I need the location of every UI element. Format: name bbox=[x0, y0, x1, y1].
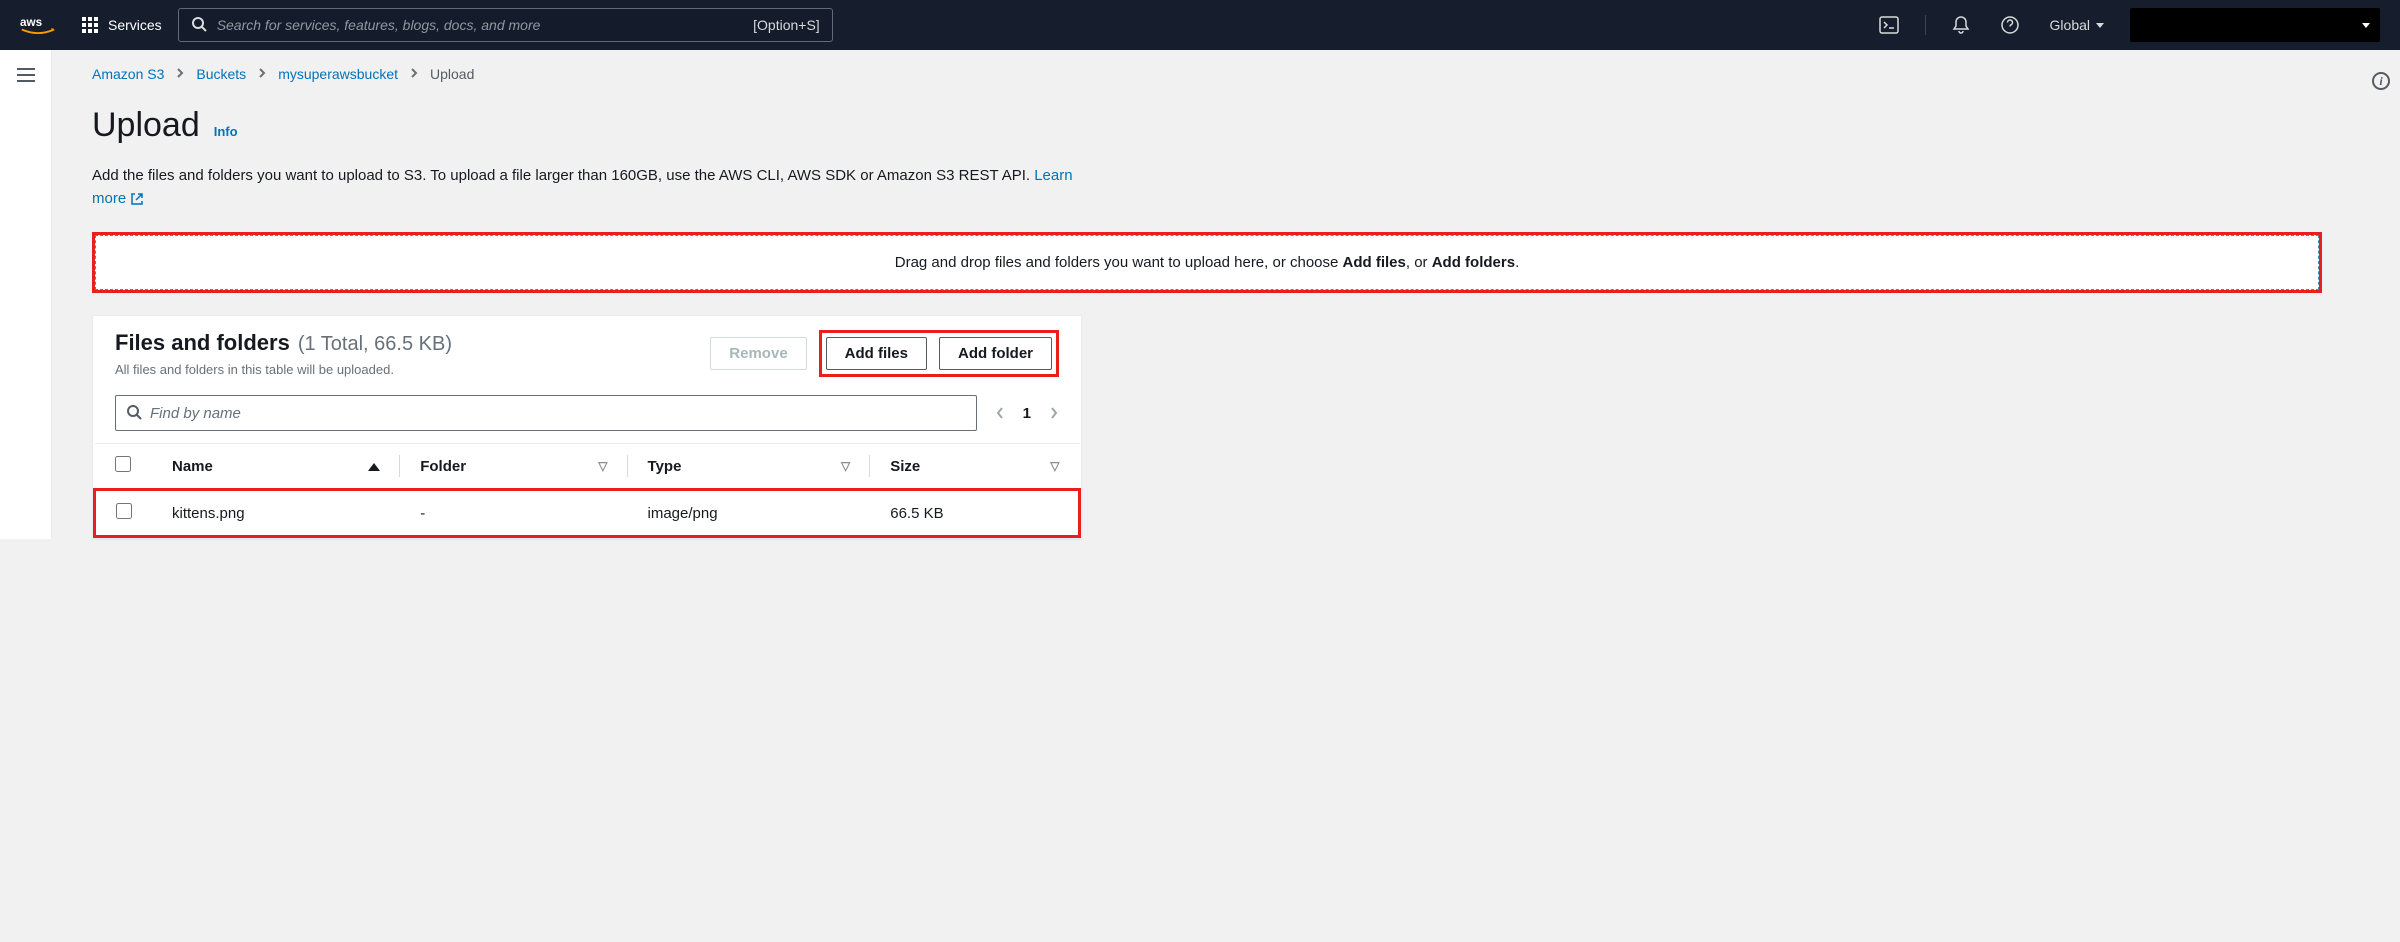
add-files-button[interactable]: Add files bbox=[826, 337, 927, 370]
filter-input[interactable] bbox=[150, 405, 966, 422]
dropzone-add-folders: Add folders bbox=[1432, 254, 1515, 271]
info-link[interactable]: Info bbox=[214, 124, 238, 139]
breadcrumb-link[interactable]: Amazon S3 bbox=[92, 66, 164, 82]
col-size-label: Size bbox=[890, 458, 920, 475]
external-link-icon bbox=[130, 192, 144, 206]
table-row: kittens.png - image/png 66.5 KB bbox=[95, 490, 1080, 537]
search-icon bbox=[126, 404, 142, 423]
breadcrumb-link[interactable]: mysuperawsbucket bbox=[278, 66, 398, 82]
filter-input-wrap[interactable] bbox=[115, 395, 977, 431]
row-highlight: kittens.png - image/png 66.5 KB bbox=[95, 490, 1080, 537]
dropzone-text: Drag and drop files and folders you want… bbox=[895, 254, 1343, 271]
search-shortcut: [Option+S] bbox=[753, 17, 820, 33]
services-label: Services bbox=[108, 17, 162, 33]
dropzone-add-files: Add files bbox=[1343, 254, 1406, 271]
chevron-right-icon bbox=[410, 66, 418, 82]
pager: 1 bbox=[995, 405, 1059, 422]
search-icon bbox=[191, 16, 207, 35]
col-size[interactable]: Size ▽ bbox=[870, 444, 1079, 490]
sort-icon: ▽ bbox=[841, 459, 850, 473]
nav-toggle-icon[interactable] bbox=[17, 68, 35, 539]
cell-type: image/png bbox=[628, 490, 871, 537]
main-content: Amazon S3 Buckets mysuperawsbucket Uploa… bbox=[52, 50, 2362, 539]
row-checkbox[interactable] bbox=[116, 503, 132, 519]
files-table: Name Folder ▽ Type bbox=[93, 443, 1081, 538]
region-label: Global bbox=[2050, 17, 2090, 33]
add-buttons-highlight: Add files Add folder bbox=[819, 330, 1059, 377]
top-nav: aws Services [Option+S] Global bbox=[0, 0, 2400, 50]
region-selector[interactable]: Global bbox=[2046, 17, 2108, 33]
aws-logo[interactable]: aws bbox=[20, 14, 56, 36]
select-all-header bbox=[95, 444, 153, 490]
col-folder[interactable]: Folder ▽ bbox=[400, 444, 627, 490]
sort-icon: ▽ bbox=[1050, 459, 1059, 473]
breadcrumb-link[interactable]: Buckets bbox=[196, 66, 246, 82]
pager-next[interactable] bbox=[1049, 405, 1059, 421]
add-folder-button[interactable]: Add folder bbox=[939, 337, 1052, 370]
sort-icon: ▽ bbox=[598, 459, 607, 473]
panel-filter: 1 bbox=[93, 385, 1081, 443]
panel-subtext: All files and folders in this table will… bbox=[115, 362, 452, 377]
col-type-label: Type bbox=[648, 458, 682, 475]
col-type[interactable]: Type ▽ bbox=[628, 444, 871, 490]
caret-down-icon bbox=[2096, 23, 2104, 28]
breadcrumb-current: Upload bbox=[430, 66, 474, 82]
svg-text:aws: aws bbox=[20, 16, 43, 29]
caret-down-icon bbox=[2362, 23, 2370, 28]
notifications-icon[interactable] bbox=[1948, 11, 1974, 39]
info-panel-toggle-icon[interactable]: i bbox=[2372, 72, 2390, 90]
page-number: 1 bbox=[1023, 405, 1031, 422]
search-input[interactable] bbox=[217, 17, 743, 33]
global-search[interactable]: [Option+S] bbox=[178, 8, 833, 42]
left-rail bbox=[0, 50, 52, 539]
remove-button[interactable]: Remove bbox=[710, 337, 806, 370]
services-menu[interactable]: Services bbox=[78, 17, 166, 33]
dropzone-highlight: Drag and drop files and folders you want… bbox=[92, 232, 2322, 293]
cell-name: kittens.png bbox=[152, 490, 400, 537]
dropzone-suffix: . bbox=[1515, 254, 1519, 271]
dropzone-sep: , or bbox=[1406, 254, 1432, 271]
chevron-right-icon bbox=[176, 66, 184, 82]
select-all-checkbox[interactable] bbox=[115, 456, 131, 472]
cloudshell-icon[interactable] bbox=[1875, 12, 1903, 38]
upload-dropzone[interactable]: Drag and drop files and folders you want… bbox=[95, 235, 2319, 290]
page-desc-text: Add the files and folders you want to up… bbox=[92, 167, 1034, 184]
pager-prev[interactable] bbox=[995, 405, 1005, 421]
breadcrumb: Amazon S3 Buckets mysuperawsbucket Uploa… bbox=[92, 66, 2322, 82]
sort-asc-icon bbox=[368, 458, 380, 475]
col-folder-label: Folder bbox=[420, 458, 466, 475]
panel-actions: Remove Add files Add folder bbox=[710, 330, 1059, 377]
help-icon[interactable] bbox=[1996, 11, 2024, 39]
right-rail: i bbox=[2362, 50, 2400, 539]
page-title: Upload bbox=[92, 106, 200, 145]
cell-size: 66.5 KB bbox=[870, 490, 1079, 537]
col-name-label: Name bbox=[172, 458, 213, 475]
panel-title: Files and folders bbox=[115, 330, 290, 356]
page-description: Add the files and folders you want to up… bbox=[92, 165, 1092, 210]
panel-header: Files and folders (1 Total, 66.5 KB) All… bbox=[93, 316, 1081, 385]
account-menu[interactable] bbox=[2130, 8, 2380, 42]
cell-folder: - bbox=[400, 490, 627, 537]
page-title-row: Upload Info bbox=[92, 106, 2322, 145]
chevron-right-icon bbox=[258, 66, 266, 82]
files-panel: Files and folders (1 Total, 66.5 KB) All… bbox=[92, 315, 1082, 539]
nav-icons: Global bbox=[1875, 8, 2380, 42]
panel-count: (1 Total, 66.5 KB) bbox=[298, 333, 452, 356]
col-name[interactable]: Name bbox=[152, 444, 400, 490]
grid-icon bbox=[82, 17, 98, 33]
